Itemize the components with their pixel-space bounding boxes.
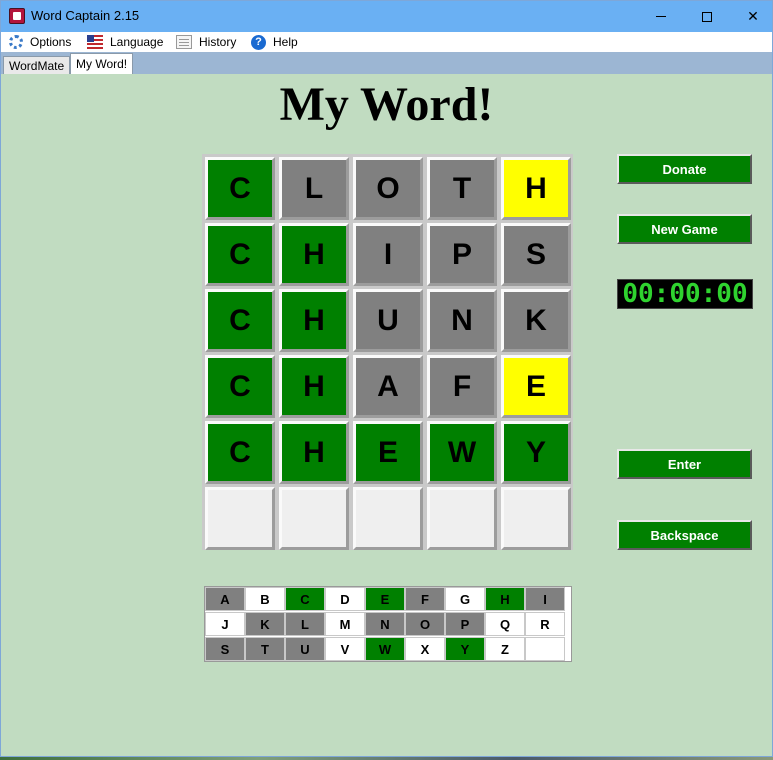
keyboard-key[interactable]: Q [485,612,525,636]
keyboard-key[interactable]: A [205,587,245,611]
keyboard-key[interactable]: Z [485,637,525,661]
board-tile: U [353,289,423,352]
keyboard-key[interactable]: F [405,587,445,611]
new-game-button[interactable]: New Game [617,214,752,244]
keyboard-key[interactable]: Y [445,637,485,661]
keyboard-key[interactable]: J [205,612,245,636]
board-tile: C [205,355,275,418]
keyboard-key[interactable]: P [445,612,485,636]
board-tile: H [501,157,571,220]
board-tile: Y [501,421,571,484]
board-tile: S [501,223,571,286]
tab-strip: WordMate My Word! [1,52,772,74]
minimize-button[interactable] [638,1,684,32]
close-button[interactable]: ✕ [730,1,773,32]
tab-wordmate[interactable]: WordMate [3,56,71,74]
menu-history-label: History [199,35,237,49]
keyboard-key[interactable]: M [325,612,365,636]
flag-icon [87,35,103,49]
close-icon: ✕ [747,8,759,24]
menu-options[interactable]: Options [9,32,71,52]
menu-help-label: Help [273,35,298,49]
app-window: Word Captain 2.15 ✕ Options Language His… [0,0,773,757]
maximize-icon [702,11,712,22]
keyboard-key[interactable]: C [285,587,325,611]
keyboard-key[interactable]: E [365,587,405,611]
board-tile: E [353,421,423,484]
timer-display: 00:00:00 [617,279,753,309]
board-tile: K [501,289,571,352]
tab-my-word[interactable]: My Word! [70,53,134,74]
keyboard-key[interactable]: W [365,637,405,661]
board-tile: P [427,223,497,286]
keyboard-key[interactable]: I [525,587,565,611]
board-tile [353,487,423,550]
menu-history[interactable]: History [176,32,236,52]
board-tile: W [427,421,497,484]
gear-icon [9,35,23,49]
keyboard-key[interactable]: D [325,587,365,611]
help-icon: ? [251,34,266,50]
keyboard-key[interactable] [525,637,565,661]
window-title: Word Captain 2.15 [31,8,140,23]
app-icon [9,8,25,24]
board-tile: N [427,289,497,352]
board-tile: A [353,355,423,418]
board-tile: F [427,355,497,418]
board-tile [205,487,275,550]
keyboard-key[interactable]: K [245,612,285,636]
board-tile: H [279,223,349,286]
history-icon [176,35,192,49]
keyboard-key[interactable]: T [245,637,285,661]
page-title: My Word! [279,78,494,131]
keyboard-key[interactable]: B [245,587,285,611]
board-tile: C [205,223,275,286]
board-tile: C [205,289,275,352]
letter-keyboard: ABCDEFGHI JKLMNOPQR STUVWXYZ [204,586,572,662]
board-tile: H [279,289,349,352]
board-tile [279,487,349,550]
game-board: CLOTHCHIPSCHUNKCHAFECHEWY [202,154,573,550]
board-tile [501,487,571,550]
board-tile: O [353,157,423,220]
keyboard-key[interactable]: N [365,612,405,636]
board-tile [427,487,497,550]
minimize-icon [656,16,666,17]
board-tile: L [279,157,349,220]
title-bar[interactable]: Word Captain 2.15 ✕ [1,1,772,32]
board-tile: C [205,421,275,484]
keyboard-key[interactable]: R [525,612,565,636]
enter-button[interactable]: Enter [617,449,752,479]
donate-button[interactable]: Donate [617,154,752,184]
keyboard-key[interactable]: U [285,637,325,661]
menu-language[interactable]: Language [87,32,163,52]
board-tile: H [279,421,349,484]
keyboard-key[interactable]: G [445,587,485,611]
keyboard-key[interactable]: S [205,637,245,661]
keyboard-key[interactable]: O [405,612,445,636]
keyboard-key[interactable]: H [485,587,525,611]
maximize-button[interactable] [684,1,730,32]
menu-bar: Options Language History ? Help [1,32,772,52]
menu-language-label: Language [110,35,164,49]
board-tile: H [279,355,349,418]
keyboard-key[interactable]: X [405,637,445,661]
keyboard-key[interactable]: V [325,637,365,661]
menu-options-label: Options [30,35,72,49]
board-tile: I [353,223,423,286]
backspace-button[interactable]: Backspace [617,520,752,550]
menu-help[interactable]: ? Help [251,32,298,52]
keyboard-key[interactable]: L [285,612,325,636]
board-tile: C [205,157,275,220]
board-tile: E [501,355,571,418]
board-tile: T [427,157,497,220]
